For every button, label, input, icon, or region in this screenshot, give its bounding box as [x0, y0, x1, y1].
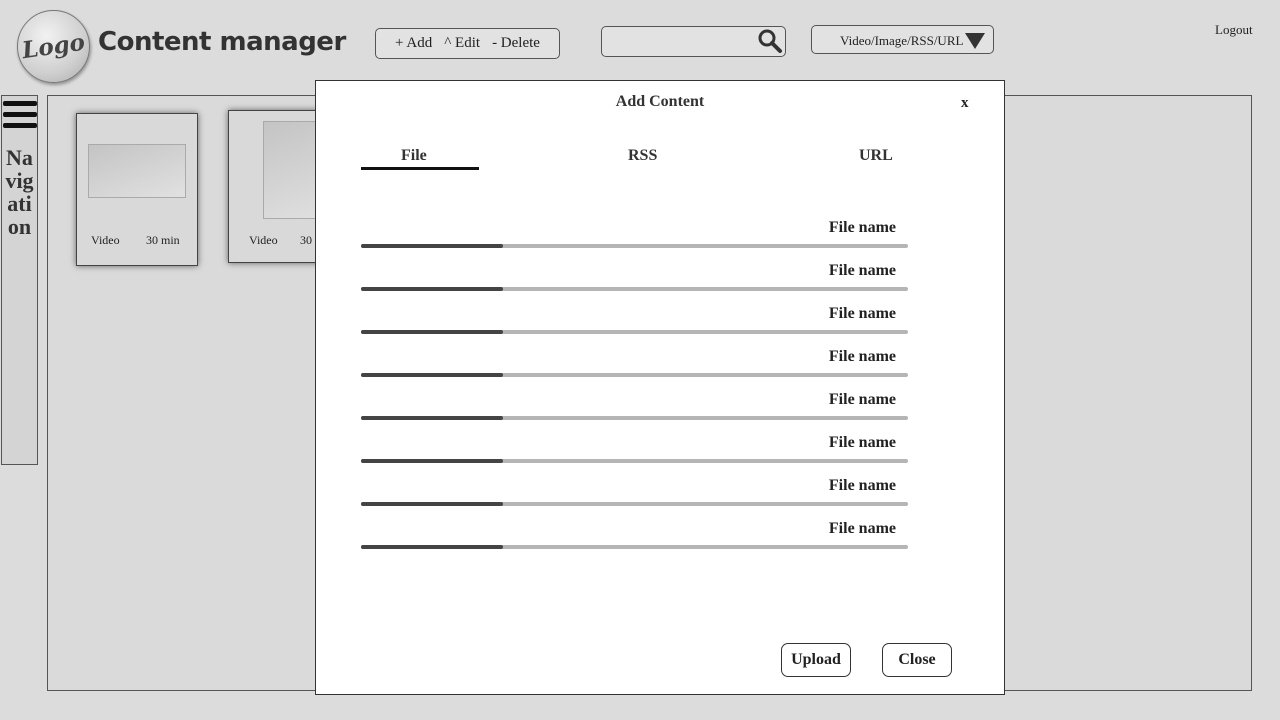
upload-progress-fill	[361, 244, 504, 248]
add-content-dialog: Add Content x File RSS URL File name File…	[315, 80, 1005, 695]
file-name: File name	[828, 477, 896, 494]
menu-icon[interactable]	[3, 101, 37, 129]
close-button[interactable]: Close	[882, 643, 952, 677]
upload-progress-fill	[361, 502, 504, 506]
logo-text: Logo	[20, 28, 87, 65]
card-type: Video	[91, 233, 120, 247]
file-upload-row: File name	[361, 262, 909, 291]
file-name: File name	[828, 520, 896, 537]
upload-progress-bar	[361, 502, 908, 506]
delete-button[interactable]: - Delete	[492, 35, 540, 52]
upload-progress-bar	[361, 373, 908, 377]
navigation-panel: Navigation	[1, 95, 38, 465]
logo: Logo	[17, 10, 90, 83]
file-name: File name	[828, 434, 896, 451]
upload-progress-bar	[361, 459, 908, 463]
chevron-down-icon[interactable]	[965, 33, 985, 49]
upload-progress-fill	[361, 373, 504, 377]
card-duration: 30 min	[146, 233, 180, 247]
upload-progress-fill	[361, 545, 504, 549]
file-upload-row: File name	[361, 391, 909, 420]
logout-link[interactable]: Logout	[1215, 22, 1253, 38]
tab-file[interactable]: File	[401, 147, 427, 165]
tab-url[interactable]: URL	[859, 147, 893, 165]
content-card[interactable]: Video 30 min	[76, 113, 198, 266]
upload-progress-bar	[361, 287, 908, 291]
app-title: Content manager	[98, 27, 346, 57]
action-group: + Add ^ Edit - Delete	[375, 28, 560, 59]
content-type-value: Video/Image/RSS/URL	[840, 33, 964, 48]
upload-button[interactable]: Upload	[781, 643, 851, 677]
file-name: File name	[828, 391, 896, 408]
upload-progress-fill	[361, 330, 504, 334]
file-upload-row: File name	[361, 477, 909, 506]
card-type: Video	[249, 233, 278, 247]
file-upload-row: File name	[361, 348, 909, 377]
active-tab-indicator	[361, 167, 479, 170]
upload-progress-fill	[361, 459, 504, 463]
file-upload-row: File name	[361, 434, 909, 463]
dialog-close-icon[interactable]: x	[961, 95, 969, 112]
upload-progress-bar	[361, 416, 908, 420]
file-upload-row: File name	[361, 520, 909, 549]
navigation-label: Navigation	[5, 145, 34, 239]
tab-rss[interactable]: RSS	[628, 147, 657, 165]
upload-progress-bar	[361, 244, 908, 248]
file-upload-row: File name	[361, 305, 909, 334]
upload-progress-bar	[361, 545, 908, 549]
search-icon[interactable]	[757, 28, 783, 54]
file-name: File name	[828, 348, 896, 365]
upload-progress-fill	[361, 287, 504, 291]
content-type-select[interactable]: Video/Image/RSS/URL	[811, 25, 994, 54]
search-input[interactable]	[601, 26, 786, 57]
upload-progress-bar	[361, 330, 908, 334]
dialog-title: Add Content	[615, 93, 705, 110]
add-button[interactable]: + Add	[395, 35, 432, 52]
video-thumbnail	[88, 144, 186, 198]
file-name: File name	[828, 262, 896, 279]
upload-progress-fill	[361, 416, 504, 420]
edit-button[interactable]: ^ Edit	[444, 35, 480, 52]
file-upload-row: File name	[361, 219, 909, 248]
file-name: File name	[828, 305, 896, 322]
file-name: File name	[828, 219, 896, 236]
